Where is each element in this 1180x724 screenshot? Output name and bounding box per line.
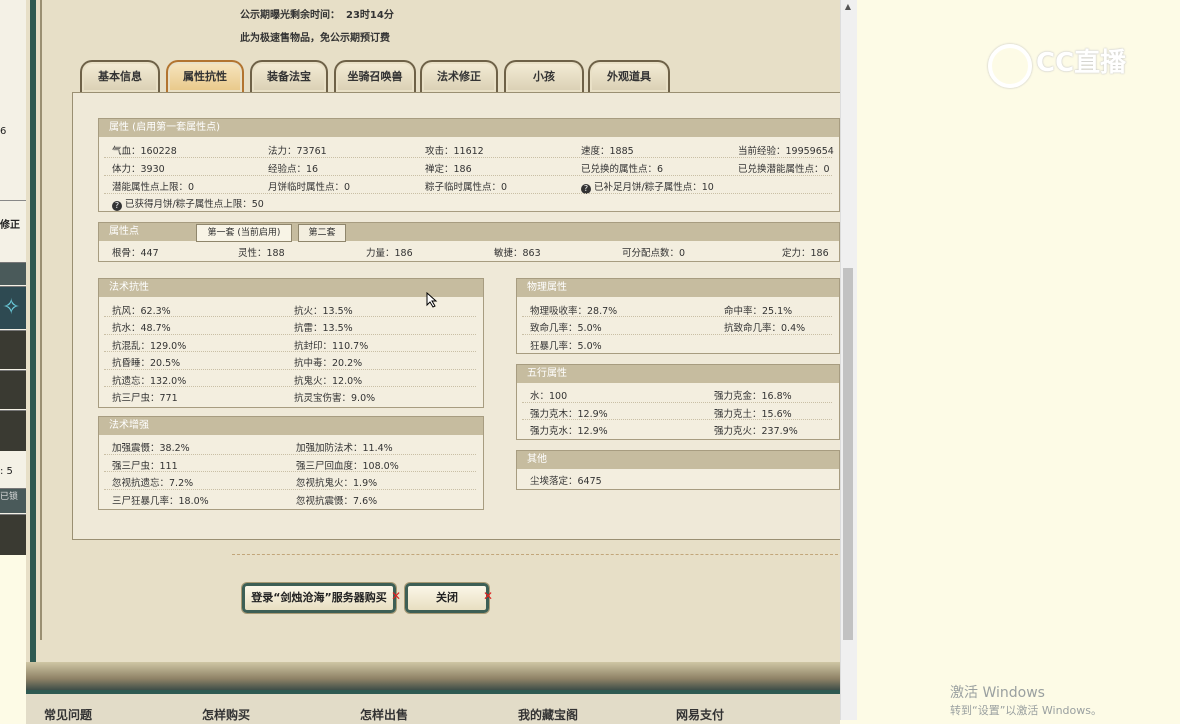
bottom-nav: 常见问题 怎样购买 怎样出售 我的藏宝阁 网易支付 (26, 690, 840, 724)
frame-left-border (30, 0, 36, 665)
attr-note: ? 已获得月饼/粽子属性点上限：50 (112, 196, 264, 211)
attribute-panel-title: 属性 (启用第一套属性点) (99, 119, 839, 137)
points-cell: 根骨：447 (112, 248, 159, 259)
close-x-icon: ✕ (483, 589, 494, 603)
points-cell: 力量：186 (366, 248, 413, 259)
resist-cell: 抗火：13.5% (294, 306, 353, 317)
attr-cell: 体力：3930 (112, 164, 165, 175)
resist-cell: 抗水：48.7% (112, 323, 171, 334)
tab-child[interactable]: 小孩 (504, 60, 584, 92)
resist-cell: 抗三尸虫：771 (112, 393, 178, 404)
physical-cell: 物理吸收率：28.7% (530, 306, 618, 317)
help-icon[interactable]: ? (112, 201, 122, 211)
attr-cell: 当前经验：19959654 (738, 146, 834, 157)
resist-cell: 抗雷：13.5% (294, 323, 353, 334)
resist-cell: 抗封印：110.7% (294, 341, 369, 352)
attr-cell: 法力：73761 (268, 146, 327, 157)
boost-cell: 加强加防法术：11.4% (296, 443, 393, 454)
element-cell: 强力克火：237.9% (714, 426, 798, 437)
activate-windows-sub: 转到“设置”以激活 Windows。 (950, 704, 1102, 717)
attr-cell: 粽子临时属性点：0 (425, 182, 508, 193)
tab-equipment[interactable]: 装备法宝 (250, 60, 328, 92)
attr-cell: 气血：160228 (112, 146, 177, 157)
physical-title: 物理属性 (517, 279, 839, 297)
scroll-up-icon[interactable]: ▲ (842, 2, 854, 16)
attr-cell: 经验点：16 (268, 164, 319, 175)
nav-how-to-sell[interactable]: 怎样出售 (360, 706, 408, 723)
other-cell: 尘埃落定：6475 (530, 476, 602, 487)
nav-my-treasure[interactable]: 我的藏宝阁 (518, 706, 578, 723)
close-button[interactable]: 关闭 (405, 583, 489, 613)
element-cell: 强力克木：12.9% (530, 409, 608, 420)
cursor-icon (426, 292, 438, 308)
resist-cell: 抗鬼火：12.0% (294, 376, 363, 387)
cc-logo-icon (988, 44, 1032, 88)
attr-cell: 禅定：186 (425, 164, 472, 175)
login-buy-button[interactable]: 登录“剑烛沧海”服务器购买 (242, 583, 396, 613)
left-label-count: : 5 (0, 466, 13, 477)
tab-appearance[interactable]: 外观道具 (588, 60, 670, 92)
attr-cell: 潜能属性点上限：0 (112, 182, 195, 193)
nav-netease-pay[interactable]: 网易支付 (676, 706, 724, 723)
cc-live-watermark: CC直播 (1036, 48, 1127, 78)
resist-cell: 抗混乱：129.0% (112, 341, 187, 352)
left-icon: ✧ (0, 286, 26, 329)
element-cell: 强力克金：16.8% (714, 391, 792, 402)
physical-cell: 致命几率：5.0% (530, 323, 602, 334)
left-number: 6 (0, 126, 7, 137)
element-cell: 强力克水：12.9% (530, 426, 608, 437)
attr-cell: 已兑换潜能属性点：0 (738, 164, 830, 175)
nav-faq[interactable]: 常见问题 (44, 706, 92, 723)
close-x-icon: ✕ (391, 589, 402, 603)
scrollbar-thumb[interactable] (843, 268, 853, 640)
attr-cell: 攻击：11612 (425, 146, 484, 157)
boost-cell: 强三尸虫：111 (112, 461, 178, 472)
boost-cell: 忽视抗遗忘：7.2% (112, 478, 194, 489)
points-cell: 灵性：188 (238, 248, 285, 259)
left-label-locked: 已锁 (0, 492, 19, 502)
resist-cell: 抗风：62.3% (112, 306, 171, 317)
points-cell: 定力：186 (782, 248, 829, 259)
nav-how-to-buy[interactable]: 怎样购买 (202, 706, 250, 723)
separator (232, 554, 838, 555)
elements-title: 五行属性 (517, 365, 839, 383)
tab-basic-info[interactable]: 基本信息 (80, 60, 160, 92)
attr-cell: 月饼临时属性点：0 (268, 182, 351, 193)
attr-cell: 已兑换的属性点：6 (581, 164, 664, 175)
left-sidebar-strip: 6 修正 ✧ : 5 已锁 (0, 0, 28, 555)
activate-windows-title: 激活 Windows (950, 685, 1045, 701)
tab-attributes[interactable]: 属性抗性 (166, 60, 244, 92)
frame-bottom (26, 662, 840, 690)
physical-cell: 命中率：25.1% (724, 306, 793, 317)
resist-cell: 抗中毒：20.2% (294, 358, 363, 369)
physical-cell: 狂暴几率：5.0% (530, 341, 602, 352)
boost-cell: 忽视抗震慑：7.6% (296, 496, 378, 507)
resist-cell: 抗昏睡：20.5% (112, 358, 181, 369)
attr-cell-help: ? 已补足月饼/粽子属性点：10 (581, 179, 714, 194)
element-cell: 强力克土：15.6% (714, 409, 792, 420)
physical-cell: 抗致命几率：0.4% (724, 323, 806, 334)
other-title: 其他 (517, 451, 839, 469)
resist-cell: 抗灵宝伤害：9.0% (294, 393, 376, 404)
points-cell: 敏捷：863 (494, 248, 541, 259)
boost-cell: 加强震慑：38.2% (112, 443, 190, 454)
resist-cell: 抗遗忘：132.0% (112, 376, 187, 387)
spell-boost-title: 法术增强 (99, 417, 483, 435)
boost-cell: 忽视抗鬼火：1.9% (296, 478, 378, 489)
left-label-fix: 修正 (0, 220, 20, 231)
tab-point-set-1[interactable]: 第一套 (当前启用) (196, 224, 292, 242)
notice-text: 此为极速售物品，免公示期预订费 (240, 33, 390, 44)
element-cell: 水：100 (530, 391, 568, 402)
tab-point-set-2[interactable]: 第二套 (298, 224, 346, 242)
boost-cell: 强三尸回血度：108.0% (296, 461, 399, 472)
boost-cell: 三尸狂暴几率：18.0% (112, 496, 209, 507)
remaining-time: 公示期曝光剩余时间： 23时14分 (240, 10, 394, 21)
points-cell: 可分配点数：0 (622, 248, 686, 259)
tab-spell-fix[interactable]: 法术修正 (420, 60, 498, 92)
attr-cell: 速度：1885 (581, 146, 634, 157)
tab-mount-summon[interactable]: 坐骑召唤兽 (334, 60, 416, 92)
